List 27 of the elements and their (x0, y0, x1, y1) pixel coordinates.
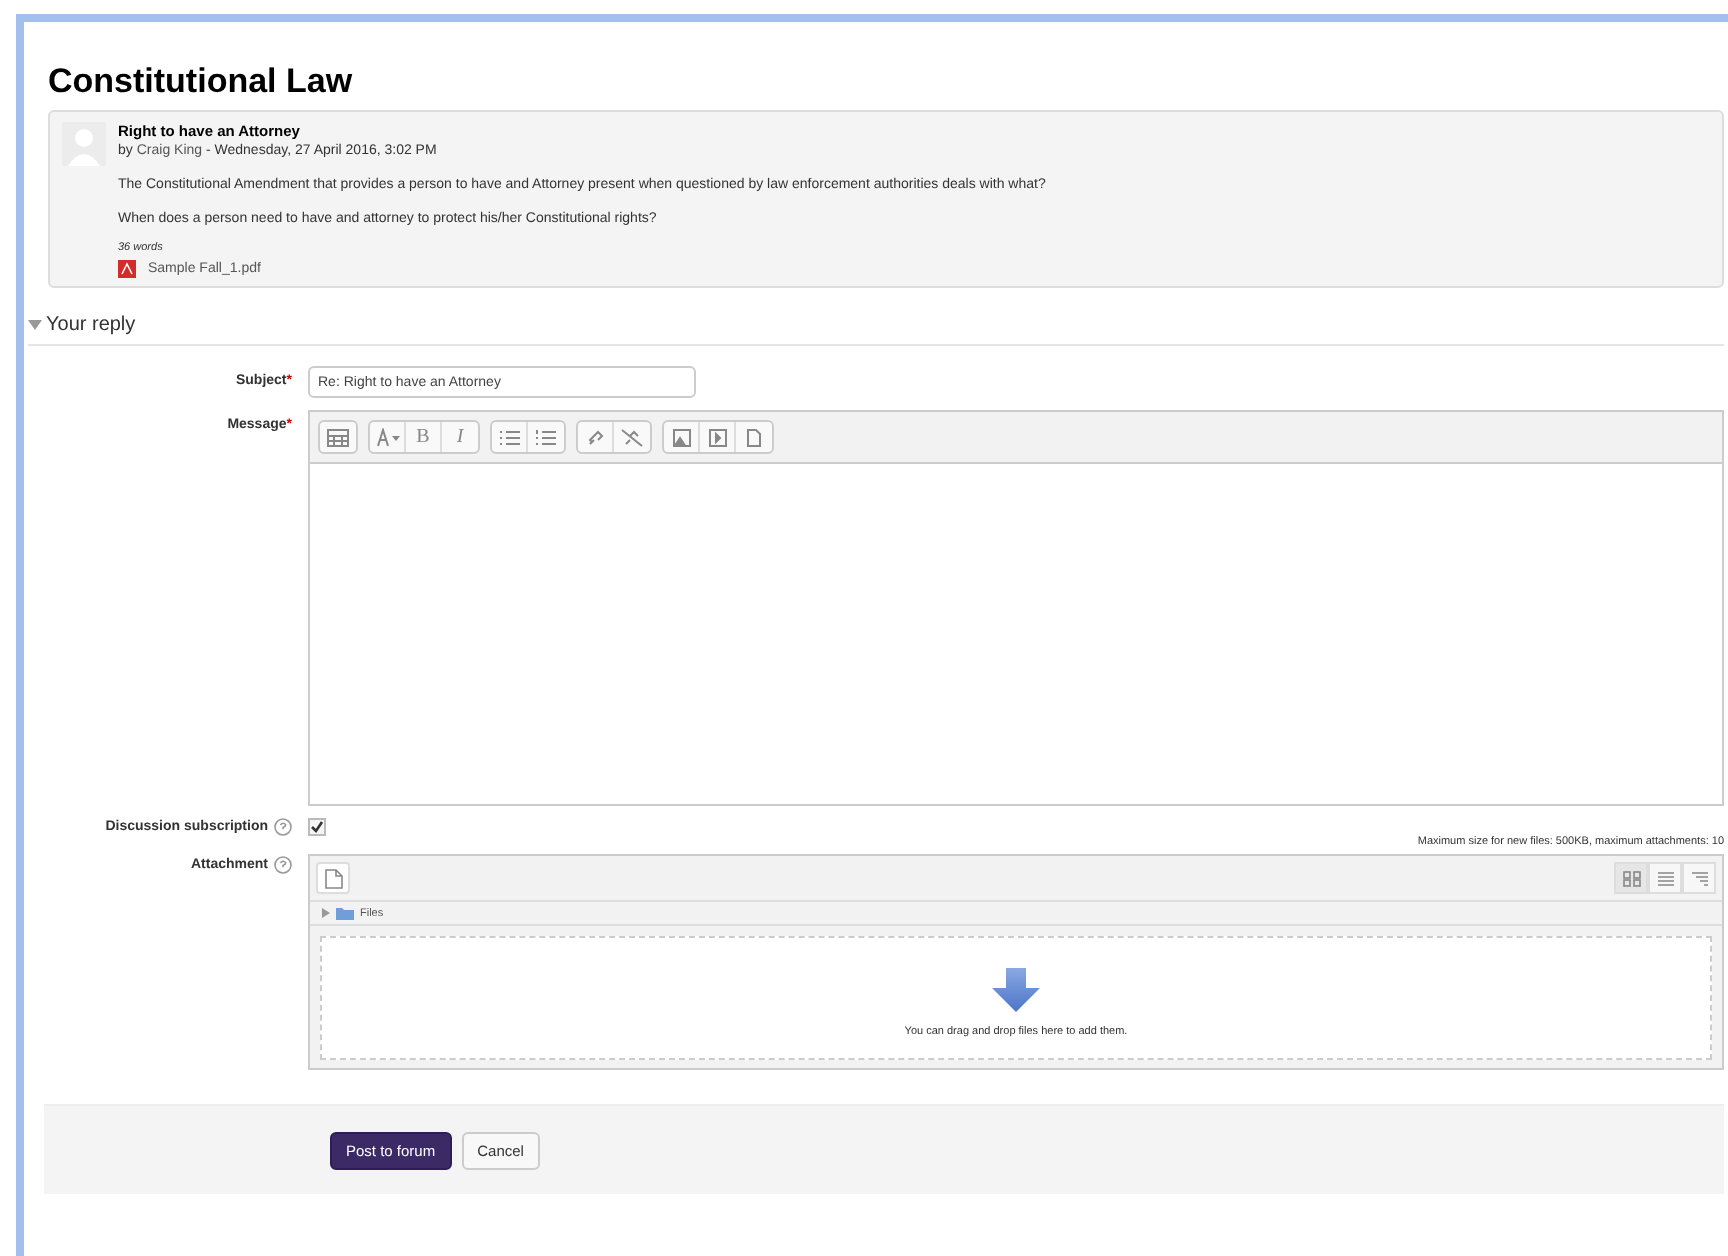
tree-view-button[interactable] (1682, 862, 1716, 894)
add-file-button[interactable] (316, 862, 350, 894)
list-view-button[interactable] (1648, 862, 1682, 894)
document-icon (742, 427, 766, 447)
unlink-icon (620, 427, 644, 447)
folder-icon (336, 906, 354, 920)
help-icon[interactable] (274, 856, 292, 874)
list-icon (1655, 869, 1675, 887)
help-icon[interactable] (274, 818, 292, 836)
table-grid-icon (326, 427, 350, 447)
section-title: Your reply (46, 314, 136, 336)
tree-list-icon (1689, 869, 1709, 887)
text-size-icon (375, 427, 399, 447)
section-toggle[interactable]: Your reply (28, 314, 1724, 346)
down-arrow-icon (992, 967, 1040, 1011)
pdf-icon (118, 260, 136, 278)
icon-view-button[interactable] (1614, 862, 1648, 894)
bullet-list-icon (497, 427, 521, 447)
subscription-checkbox[interactable] (308, 818, 326, 836)
link-icon (583, 427, 607, 447)
grid-icon (1621, 869, 1641, 887)
image-icon (669, 427, 693, 447)
media-icon (705, 427, 729, 447)
page-title: Constitutional Law (48, 62, 355, 102)
expand-icon[interactable] (322, 908, 330, 918)
numbered-list-icon (534, 427, 558, 447)
file-icon (323, 867, 343, 889)
